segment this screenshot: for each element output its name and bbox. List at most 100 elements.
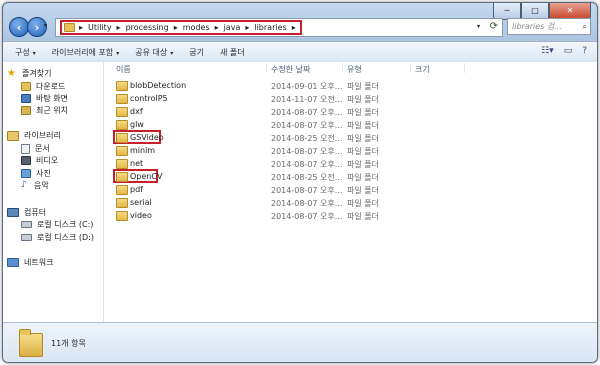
file-type: 파일 폴더 bbox=[347, 134, 379, 143]
file-row[interactable]: GSVideo 2014-08-25 오전... 파일 폴더 bbox=[104, 130, 597, 144]
sidebar-item-drive-c[interactable]: 로컬 디스크 (C:) bbox=[21, 219, 93, 230]
include-in-library-button[interactable]: 라이브러리에 포함 ▾ bbox=[44, 47, 127, 58]
column-header-name[interactable]: 이름 bbox=[116, 64, 131, 75]
file-date: 2014-08-07 오후... bbox=[271, 108, 343, 117]
sidebar-item-downloads[interactable]: 다운로드 bbox=[21, 81, 65, 92]
chevron-down-icon: ▾ bbox=[116, 49, 120, 57]
sidebar-item-label: 로컬 디스크 (D:) bbox=[37, 233, 94, 242]
file-list: 이름 수정한 날짜 유형 크기 blobDetection 2014-09-01… bbox=[104, 62, 597, 322]
file-row[interactable]: OpenCV 2014-08-25 오전... 파일 폴더 bbox=[104, 169, 597, 183]
new-folder-label: 새 폴더 bbox=[219, 47, 245, 57]
computer-icon bbox=[7, 208, 19, 217]
breadcrumb-separator[interactable]: ▸ bbox=[215, 23, 219, 32]
file-row[interactable]: net 2014-08-07 오후... 파일 폴더 bbox=[104, 158, 597, 170]
refresh-icon[interactable]: ⟳ bbox=[490, 21, 498, 32]
file-name: dxf bbox=[130, 107, 143, 116]
column-header-size[interactable]: 크기 bbox=[415, 64, 430, 75]
content-area: ★ 즐겨찾기 다운로드 바탕 화면 최근 위치 라이브러리 문서 비디오 사진 … bbox=[3, 62, 597, 322]
organize-label: 구성 bbox=[15, 47, 30, 57]
file-row[interactable]: video 2014-08-07 오후... 파일 폴더 bbox=[104, 210, 597, 222]
sidebar-item-label: 로컬 디스크 (C:) bbox=[37, 220, 94, 229]
file-row[interactable]: pdf 2014-08-07 오후... 파일 폴더 bbox=[104, 184, 597, 196]
search-input[interactable]: libraries 검... ⌕ bbox=[507, 18, 591, 35]
recent-pages-dropdown-icon[interactable]: ▾ bbox=[44, 22, 47, 29]
recent-places-icon bbox=[21, 106, 31, 115]
breadcrumb-separator[interactable]: ▸ bbox=[174, 23, 178, 32]
file-date: 2014-11-07 오전... bbox=[271, 95, 343, 104]
column-divider[interactable] bbox=[410, 63, 411, 73]
breadcrumb-item-modes[interactable]: modes bbox=[183, 23, 210, 32]
sidebar-item-desktop[interactable]: 바탕 화면 bbox=[21, 93, 68, 104]
file-date: 2014-08-07 오후... bbox=[271, 212, 343, 221]
view-options-icon[interactable]: ☷▾ bbox=[541, 46, 554, 56]
column-divider[interactable] bbox=[464, 63, 465, 73]
file-date: 2014-08-07 오후... bbox=[271, 160, 343, 169]
sidebar-item-pictures[interactable]: 사진 bbox=[21, 168, 51, 179]
breadcrumb-item-libraries[interactable]: libraries bbox=[254, 23, 286, 32]
breadcrumb-separator[interactable]: ▸ bbox=[245, 23, 249, 32]
help-icon[interactable]: ? bbox=[582, 46, 587, 56]
file-name: OpenCV bbox=[130, 172, 163, 181]
preview-pane-icon[interactable]: ▭ bbox=[564, 46, 573, 56]
folder-icon bbox=[116, 120, 128, 130]
documents-icon bbox=[21, 143, 30, 154]
sidebar-item-computer[interactable]: 컴퓨터 bbox=[7, 207, 46, 218]
sidebar-item-label: 컴퓨터 bbox=[24, 208, 47, 217]
navigation-pane: ★ 즐겨찾기 다운로드 바탕 화면 최근 위치 라이브러리 문서 비디오 사진 … bbox=[3, 62, 104, 322]
sidebar-item-libraries[interactable]: 라이브러리 bbox=[7, 130, 61, 141]
file-name: pdf bbox=[130, 185, 143, 194]
burn-button[interactable]: 굽기 bbox=[181, 47, 212, 58]
address-bar[interactable]: ▸ Utility ▸ processing ▸ modes ▸ java ▸ … bbox=[55, 18, 503, 37]
command-toolbar: 구성 ▾ 라이브러리에 포함 ▾ 공유 대상 ▾ 굽기 새 폴더 ☷▾ ▭ ? bbox=[3, 41, 597, 63]
folder-icon bbox=[116, 159, 128, 169]
file-row[interactable]: glw 2014-08-07 오후... 파일 폴더 bbox=[104, 119, 597, 131]
folder-icon bbox=[116, 94, 128, 104]
breadcrumb-separator[interactable]: ▸ bbox=[79, 23, 83, 32]
sidebar-item-favorites[interactable]: ★ 즐겨찾기 bbox=[7, 68, 51, 79]
music-icon: ♪ bbox=[21, 180, 27, 190]
organize-button[interactable]: 구성 ▾ bbox=[3, 47, 44, 58]
folder-icon bbox=[116, 198, 128, 208]
file-row[interactable]: minim 2014-08-07 오후... 파일 폴더 bbox=[104, 145, 597, 157]
hard-drive-icon bbox=[21, 221, 32, 228]
file-row[interactable]: serial 2014-08-07 오후... 파일 폴더 bbox=[104, 197, 597, 209]
column-header-date[interactable]: 수정한 날짜 bbox=[271, 64, 310, 75]
sidebar-item-recent-places[interactable]: 최근 위치 bbox=[21, 105, 68, 116]
search-icon[interactable]: ⌕ bbox=[583, 22, 587, 32]
folder-icon bbox=[116, 146, 128, 156]
file-name: net bbox=[130, 159, 144, 168]
share-with-button[interactable]: 공유 대상 ▾ bbox=[127, 47, 181, 58]
folder-icon bbox=[64, 23, 75, 32]
sidebar-item-label: 즐겨찾기 bbox=[22, 69, 52, 78]
breadcrumb-separator[interactable]: ▸ bbox=[292, 23, 296, 32]
column-divider[interactable] bbox=[342, 63, 343, 73]
sidebar-item-label: 문서 bbox=[35, 144, 50, 153]
sidebar-item-network[interactable]: 네트워크 bbox=[7, 257, 53, 268]
file-type: 파일 폴더 bbox=[347, 186, 379, 195]
file-row[interactable]: dxf 2014-08-07 오후... 파일 폴더 bbox=[104, 106, 597, 118]
file-name: glw bbox=[130, 120, 144, 129]
back-button[interactable]: ‹ bbox=[9, 17, 29, 37]
hard-drive-icon bbox=[21, 234, 32, 241]
sidebar-item-documents[interactable]: 문서 bbox=[21, 143, 50, 154]
breadcrumb-item-processing[interactable]: processing bbox=[126, 23, 169, 32]
file-name: minim bbox=[130, 146, 156, 155]
file-row[interactable]: controlP5 2014-11-07 오전... 파일 폴더 bbox=[104, 93, 597, 105]
file-date: 2014-09-01 오후... bbox=[271, 82, 343, 91]
column-divider[interactable] bbox=[266, 63, 267, 73]
include-in-library-label: 라이브러리에 포함 bbox=[51, 47, 114, 57]
sidebar-item-drive-d[interactable]: 로컬 디스크 (D:) bbox=[21, 232, 94, 243]
address-dropdown-icon[interactable]: ▾ bbox=[477, 23, 480, 30]
file-type: 파일 폴더 bbox=[347, 121, 379, 130]
breadcrumb-item-java[interactable]: java bbox=[224, 23, 241, 32]
breadcrumb-separator[interactable]: ▸ bbox=[117, 23, 121, 32]
star-icon: ★ bbox=[7, 67, 16, 79]
breadcrumb-item-utility[interactable]: Utility bbox=[88, 23, 112, 32]
item-count: 11개 항목 bbox=[51, 339, 86, 348]
sidebar-item-videos[interactable]: 비디오 bbox=[21, 155, 58, 166]
sidebar-item-music[interactable]: ♪ 음악 bbox=[21, 180, 49, 191]
column-header-type[interactable]: 유형 bbox=[347, 64, 362, 75]
new-folder-button[interactable]: 새 폴더 bbox=[212, 47, 253, 58]
file-date: 2014-08-25 오전... bbox=[271, 173, 343, 182]
file-row[interactable]: blobDetection 2014-09-01 오후... 파일 폴더 bbox=[104, 80, 597, 92]
